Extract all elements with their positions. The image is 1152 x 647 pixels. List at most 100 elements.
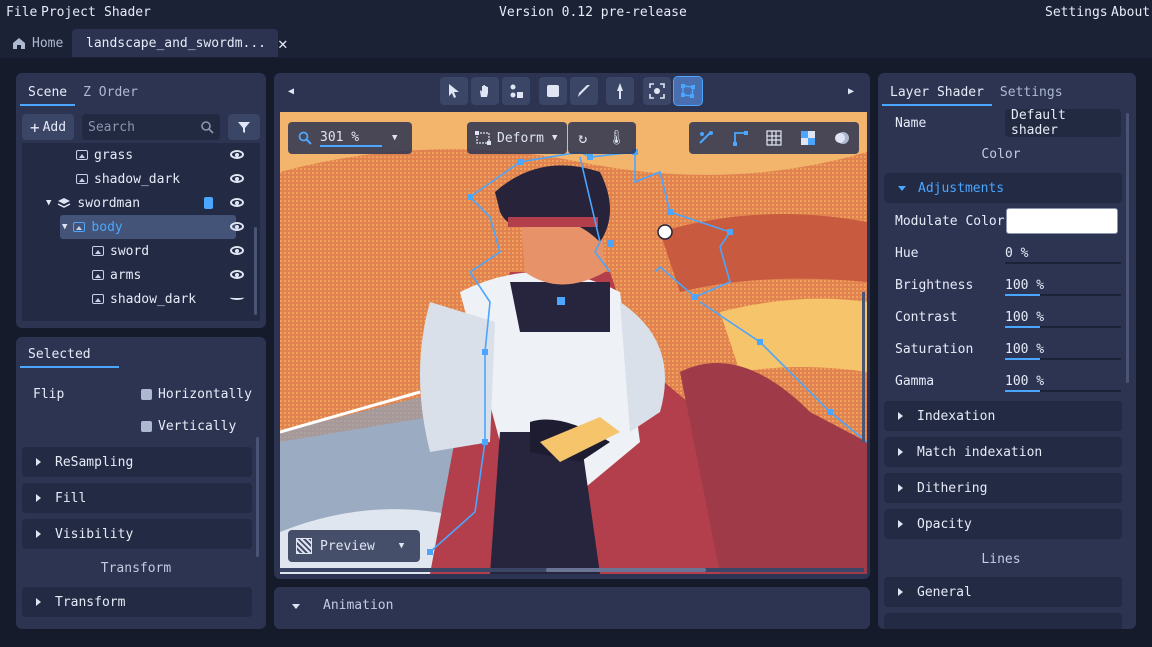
mesh-view-icon[interactable] [732,130,748,146]
collapse-arrow-icon [898,185,906,191]
visibility-eye-icon[interactable] [230,174,244,183]
bone-tool-button[interactable] [502,77,530,105]
checkerboard-icon[interactable] [800,130,816,146]
focus-frame-icon [649,83,665,99]
tab-z-order[interactable]: Z Order [75,79,146,106]
grid-icon[interactable] [766,130,782,146]
pan-tool-button[interactable] [471,77,499,105]
flip-vertically-checkbox[interactable]: Vertically [141,419,236,434]
fill-section[interactable]: Fill [22,483,252,513]
rotate-icon[interactable]: ↻ [578,129,587,147]
saturation-slider[interactable]: 100 % [1005,339,1121,361]
hue-label: Hue [895,246,919,261]
zoom-dropdown[interactable]: 301 % ▼ [288,122,412,154]
menu-file[interactable]: File [6,5,37,20]
preview-dropdown[interactable]: Preview ▼ [288,530,420,562]
match-indexation-section[interactable]: Match indexation [884,437,1122,467]
collapse-arrow-icon[interactable]: ▼ [46,198,51,208]
visibility-eye-icon[interactable] [230,198,244,207]
filter-icon [238,121,250,133]
animation-panel[interactable]: Animation [274,587,870,629]
scrollbar-thumb[interactable] [546,568,706,572]
tree-item-sword[interactable]: sword [92,239,149,263]
tab-selected[interactable]: Selected [20,341,119,368]
tab-scene[interactable]: Scene [20,79,76,106]
shader-scrollbar[interactable] [1126,113,1129,383]
focus-tool-button[interactable] [643,77,671,105]
deform-tool-button[interactable] [673,76,703,106]
transform-action-group: ↻ 🌡 [568,122,636,154]
canvas-horizontal-scrollbar[interactable] [280,568,864,572]
hue-slider[interactable]: 0 % [1005,243,1121,265]
brightness-slider[interactable]: 100 % [1005,275,1121,297]
tree-item-shadow-dark-2[interactable]: shadow_dark [92,287,196,311]
name-label: Name [895,116,927,131]
onion-skin-icon[interactable] [834,130,850,146]
canvas-vertical-scrollbar[interactable] [862,292,865,442]
tree-scrollbar[interactable] [254,227,257,315]
flip-group: Flip Horizontally Vertically [22,375,254,443]
visibility-section[interactable]: Visibility [22,519,252,549]
modulate-color-swatch[interactable] [1006,208,1118,234]
close-icon[interactable]: ✕ [278,34,288,53]
lines-header: Lines [981,552,1021,567]
tree-item-grass[interactable]: grass [76,143,133,167]
tab-document[interactable]: landscape_and_swordm... ✕ [72,29,288,57]
view-options-group [689,122,859,154]
select-tool-button[interactable] [440,77,468,105]
indexation-section[interactable]: Indexation [884,401,1122,431]
scene-panel: Scene Z Order + Add Search grass shadow_d… [16,73,266,328]
visibility-eye-icon[interactable] [230,246,244,255]
visibility-eye-icon[interactable] [230,150,244,159]
flip-horizontally-checkbox[interactable]: Horizontally [141,387,252,402]
menu-project[interactable]: Project [41,5,96,20]
rectangle-tool-button[interactable] [539,77,567,105]
tab-home[interactable]: Home [4,29,71,57]
shader-name-input[interactable]: Default shader [1005,108,1121,138]
add-layer-button[interactable]: + Add [22,114,74,140]
knife-tool-button[interactable] [606,77,634,105]
gamma-slider[interactable]: 100 % [1005,371,1121,393]
toolbar-scroll-right-icon[interactable]: ▶ [848,86,854,97]
transform-header: Transform [100,561,172,576]
collapse-arrow-icon[interactable]: ▼ [62,222,67,232]
search-icon [201,120,214,134]
toolbar-scroll-left-icon[interactable]: ◀ [288,86,294,97]
home-icon [13,37,25,49]
menu-bar: File Project Shader Version 0.12 pre-rel… [0,0,1152,26]
menu-about[interactable]: About [1111,5,1150,20]
menu-settings[interactable]: Settings [1045,5,1108,20]
visibility-eye-icon[interactable] [230,222,244,231]
menu-shader[interactable]: Shader [104,5,151,20]
tab-shader-settings[interactable]: Settings [992,79,1071,106]
hidden-eye-icon[interactable] [230,295,244,300]
resampling-section[interactable]: ReSampling [22,447,252,477]
next-section[interactable] [884,613,1122,629]
mode-dropdown[interactable]: Deform ▼ [467,122,567,154]
zoom-value: 301 % [320,130,382,147]
filter-button[interactable] [228,114,260,140]
preview-pattern-icon [296,538,312,554]
tree-item-arms[interactable]: arms [92,263,141,287]
tree-item-swordman[interactable]: ▼ swordman [46,191,140,215]
tab-layer-shader[interactable]: Layer Shader [882,79,992,106]
general-section[interactable]: General [884,577,1122,607]
contrast-slider[interactable]: 100 % [1005,307,1121,329]
dithering-section[interactable]: Dithering [884,473,1122,503]
tree-item-body[interactable]: ▼ body [62,215,123,239]
artwork-canvas[interactable]: 301 % ▼ Deform ▼ ↻ 🌡 Preview ▼ [280,112,867,574]
visibility-eye-icon[interactable] [230,270,244,279]
adjustments-section[interactable]: Adjustments [884,173,1122,203]
transform-section[interactable]: Transform [22,587,252,617]
animation-label: Animation [323,598,394,613]
paint-tool-button[interactable] [570,77,598,105]
tool-bar [438,73,704,109]
tree-item-shadow-dark[interactable]: shadow_dark [76,167,180,191]
tab-home-label: Home [32,35,64,51]
temperature-icon[interactable]: 🌡 [608,130,626,146]
dropdown-arrow-icon: ▼ [551,133,558,143]
opacity-section[interactable]: Opacity [884,509,1122,539]
search-input[interactable]: Search [82,114,220,140]
bone-view-icon[interactable] [698,130,714,146]
selected-scrollbar[interactable] [256,437,259,557]
